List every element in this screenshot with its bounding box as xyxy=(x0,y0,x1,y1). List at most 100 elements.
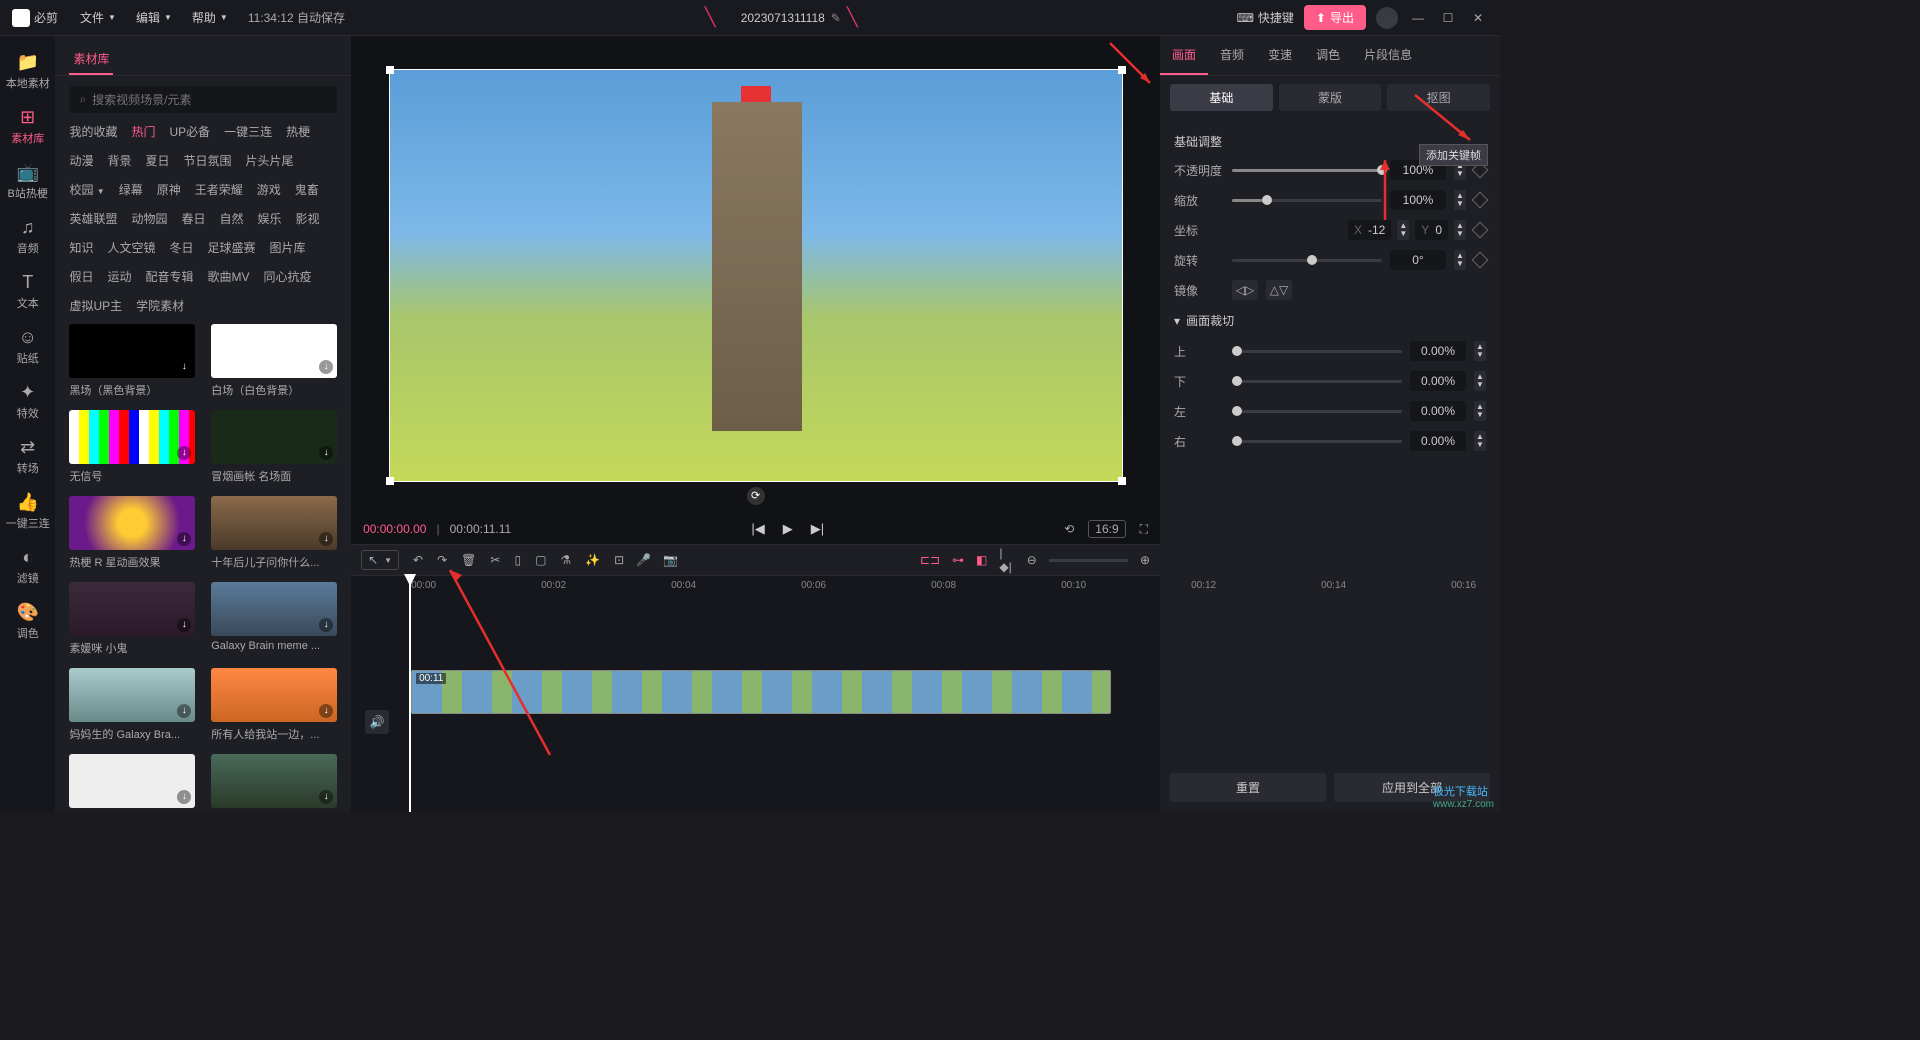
tag-片头片尾[interactable]: 片头片尾 xyxy=(246,152,294,169)
sidebar-item-6[interactable]: ✦特效 xyxy=(3,376,53,427)
delete-button[interactable]: 🗑 xyxy=(461,553,476,567)
tag-假日[interactable]: 假日 xyxy=(69,268,93,285)
tag-游戏[interactable]: 游戏 xyxy=(257,181,281,198)
material-item-5[interactable]: ↓十年后儿子问你什么... xyxy=(211,496,337,570)
download-icon[interactable]: ↓ xyxy=(319,532,333,546)
crop-right-value[interactable]: 0.00% xyxy=(1410,431,1466,451)
material-item-2[interactable]: ↓无信号 xyxy=(69,410,195,484)
playhead[interactable] xyxy=(409,576,411,812)
tag-热门[interactable]: 热门 xyxy=(131,123,155,140)
sidebar-item-8[interactable]: 👍一键三连 xyxy=(3,486,53,537)
sub-tab-基础[interactable]: 基础 xyxy=(1170,84,1273,111)
tag-图片库[interactable]: 图片库 xyxy=(270,239,306,256)
tag-配音专辑[interactable]: 配音专辑 xyxy=(145,268,193,285)
tag-夏日[interactable]: 夏日 xyxy=(145,152,169,169)
material-item-1[interactable]: ↓白场（白色背景） xyxy=(211,324,337,398)
mirror-vertical-button[interactable]: △▽ xyxy=(1266,280,1292,300)
magnet-button[interactable]: ⊏⊐ xyxy=(920,553,940,567)
material-item-9[interactable]: ↓所有人给我站一边，... xyxy=(211,668,337,742)
sidebar-item-5[interactable]: ☺贴纸 xyxy=(3,321,53,372)
next-frame-button[interactable]: ▶| xyxy=(811,521,824,537)
prop-tab-调色[interactable]: 调色 xyxy=(1304,36,1352,75)
crop-bottom-spinner[interactable]: ▲▼ xyxy=(1474,371,1486,391)
loop-button[interactable]: ⟲ xyxy=(1064,522,1074,536)
tag-歌曲MV[interactable]: 歌曲MV xyxy=(207,268,249,285)
crop-bottom-value[interactable]: 0.00% xyxy=(1410,371,1466,391)
material-item-8[interactable]: ↓妈妈生的 Galaxy Bra... xyxy=(69,668,195,742)
timeline[interactable]: 00:0000:0200:0400:0600:0800:1000:1200:14… xyxy=(351,576,1160,812)
tag-运动[interactable]: 运动 xyxy=(107,268,131,285)
scale-keyframe[interactable] xyxy=(1472,192,1489,209)
video-clip[interactable]: 00:11 xyxy=(411,670,1111,714)
tag-一键三连[interactable]: 一键三连 xyxy=(224,123,272,140)
position-x-spinner[interactable]: ▲▼ xyxy=(1397,220,1409,240)
sub-tab-蒙版[interactable]: 蒙版 xyxy=(1279,84,1382,111)
zoom-slider[interactable] xyxy=(1049,559,1128,562)
crop-top-slider[interactable] xyxy=(1232,350,1402,353)
play-button[interactable]: ▶ xyxy=(783,521,793,537)
download-icon[interactable]: ↓ xyxy=(319,360,333,374)
crop-right-spinner[interactable]: ▲▼ xyxy=(1474,431,1486,451)
project-name[interactable]: 2023071311118 xyxy=(741,11,825,25)
scale-slider[interactable] xyxy=(1232,199,1382,202)
tag-鬼畜[interactable]: 鬼畜 xyxy=(295,181,319,198)
download-icon[interactable]: ↓ xyxy=(319,618,333,632)
sidebar-item-7[interactable]: ⇄转场 xyxy=(3,431,53,482)
tag-动物园[interactable]: 动物园 xyxy=(131,210,167,227)
tag-知识[interactable]: 知识 xyxy=(69,239,93,256)
tag-原神[interactable]: 原神 xyxy=(157,181,181,198)
crop-bottom-slider[interactable] xyxy=(1232,380,1402,383)
split-button[interactable]: ✂ xyxy=(490,553,500,567)
position-y-input[interactable]: Y0 xyxy=(1415,220,1448,240)
redo-button[interactable]: ↷ xyxy=(437,553,447,567)
edit-name-icon[interactable]: ✎ xyxy=(831,11,841,25)
sidebar-item-2[interactable]: 📺B站热梗 xyxy=(3,156,53,207)
sidebar-item-1[interactable]: ⊞素材库 xyxy=(3,101,53,152)
rotation-spinner[interactable]: ▲▼ xyxy=(1454,250,1466,270)
tag-王者荣耀[interactable]: 王者荣耀 xyxy=(195,181,243,198)
position-y-spinner[interactable]: ▲▼ xyxy=(1454,220,1466,240)
export-button[interactable]: ⬆导出 xyxy=(1304,5,1366,30)
crop-left-slider[interactable] xyxy=(1232,410,1402,413)
opacity-slider[interactable] xyxy=(1232,169,1382,172)
material-item-6[interactable]: ↓素媛咪 小鬼 xyxy=(69,582,195,656)
download-icon[interactable]: ↓ xyxy=(177,360,191,374)
resize-handle-tl[interactable] xyxy=(386,66,394,74)
preview-axis-button[interactable]: ◧ xyxy=(976,553,987,567)
crop-left-value[interactable]: 0.00% xyxy=(1410,401,1466,421)
resize-handle-tr[interactable] xyxy=(1118,66,1126,74)
tag-虚拟UP主[interactable]: 虚拟UP主 xyxy=(69,297,122,314)
tag-英雄联盟[interactable]: 英雄联盟 xyxy=(69,210,117,227)
camera-button[interactable]: 📷 xyxy=(663,553,678,567)
resize-handle-br[interactable] xyxy=(1118,477,1126,485)
tag-影视[interactable]: 影视 xyxy=(296,210,320,227)
sidebar-item-4[interactable]: T文本 xyxy=(3,266,53,317)
tag-背景[interactable]: 背景 xyxy=(107,152,131,169)
download-icon[interactable]: ↓ xyxy=(177,446,191,460)
download-icon[interactable]: ↓ xyxy=(177,532,191,546)
select-tool[interactable]: ↖▼ xyxy=(361,550,399,570)
scale-value[interactable]: 100% xyxy=(1390,190,1446,210)
sidebar-item-9[interactable]: ◐滤镜 xyxy=(3,541,53,592)
user-avatar[interactable] xyxy=(1376,7,1398,29)
download-icon[interactable]: ↓ xyxy=(319,446,333,460)
material-item-4[interactable]: ↓热梗 R 星动画效果 xyxy=(69,496,195,570)
search-box[interactable]: ⌕ xyxy=(69,86,337,113)
material-item-3[interactable]: ↓冒烟画帐 名场面 xyxy=(211,410,337,484)
crop-right-slider[interactable] xyxy=(1232,440,1402,443)
tag-热梗[interactable]: 热梗 xyxy=(286,123,310,140)
close-button[interactable]: ✕ xyxy=(1468,11,1488,25)
position-x-input[interactable]: X-12 xyxy=(1348,220,1391,240)
minimize-button[interactable]: — xyxy=(1408,11,1428,25)
material-item-0[interactable]: ↓黑场（黑色背景） xyxy=(69,324,195,398)
prev-frame-button[interactable]: |◀ xyxy=(751,521,764,537)
recognize-button[interactable]: ⊡ xyxy=(614,553,624,567)
position-keyframe[interactable] xyxy=(1472,222,1489,239)
sidebar-item-0[interactable]: 📁本地素材 xyxy=(3,46,53,97)
prop-tab-片段信息[interactable]: 片段信息 xyxy=(1352,36,1424,75)
rotation-keyframe[interactable] xyxy=(1472,252,1489,269)
fullscreen-button[interactable]: ⛶ xyxy=(1140,522,1148,537)
crop-top-spinner[interactable]: ▲▼ xyxy=(1474,341,1486,361)
download-icon[interactable]: ↓ xyxy=(319,704,333,718)
record-button[interactable]: 🎤 xyxy=(636,553,651,567)
